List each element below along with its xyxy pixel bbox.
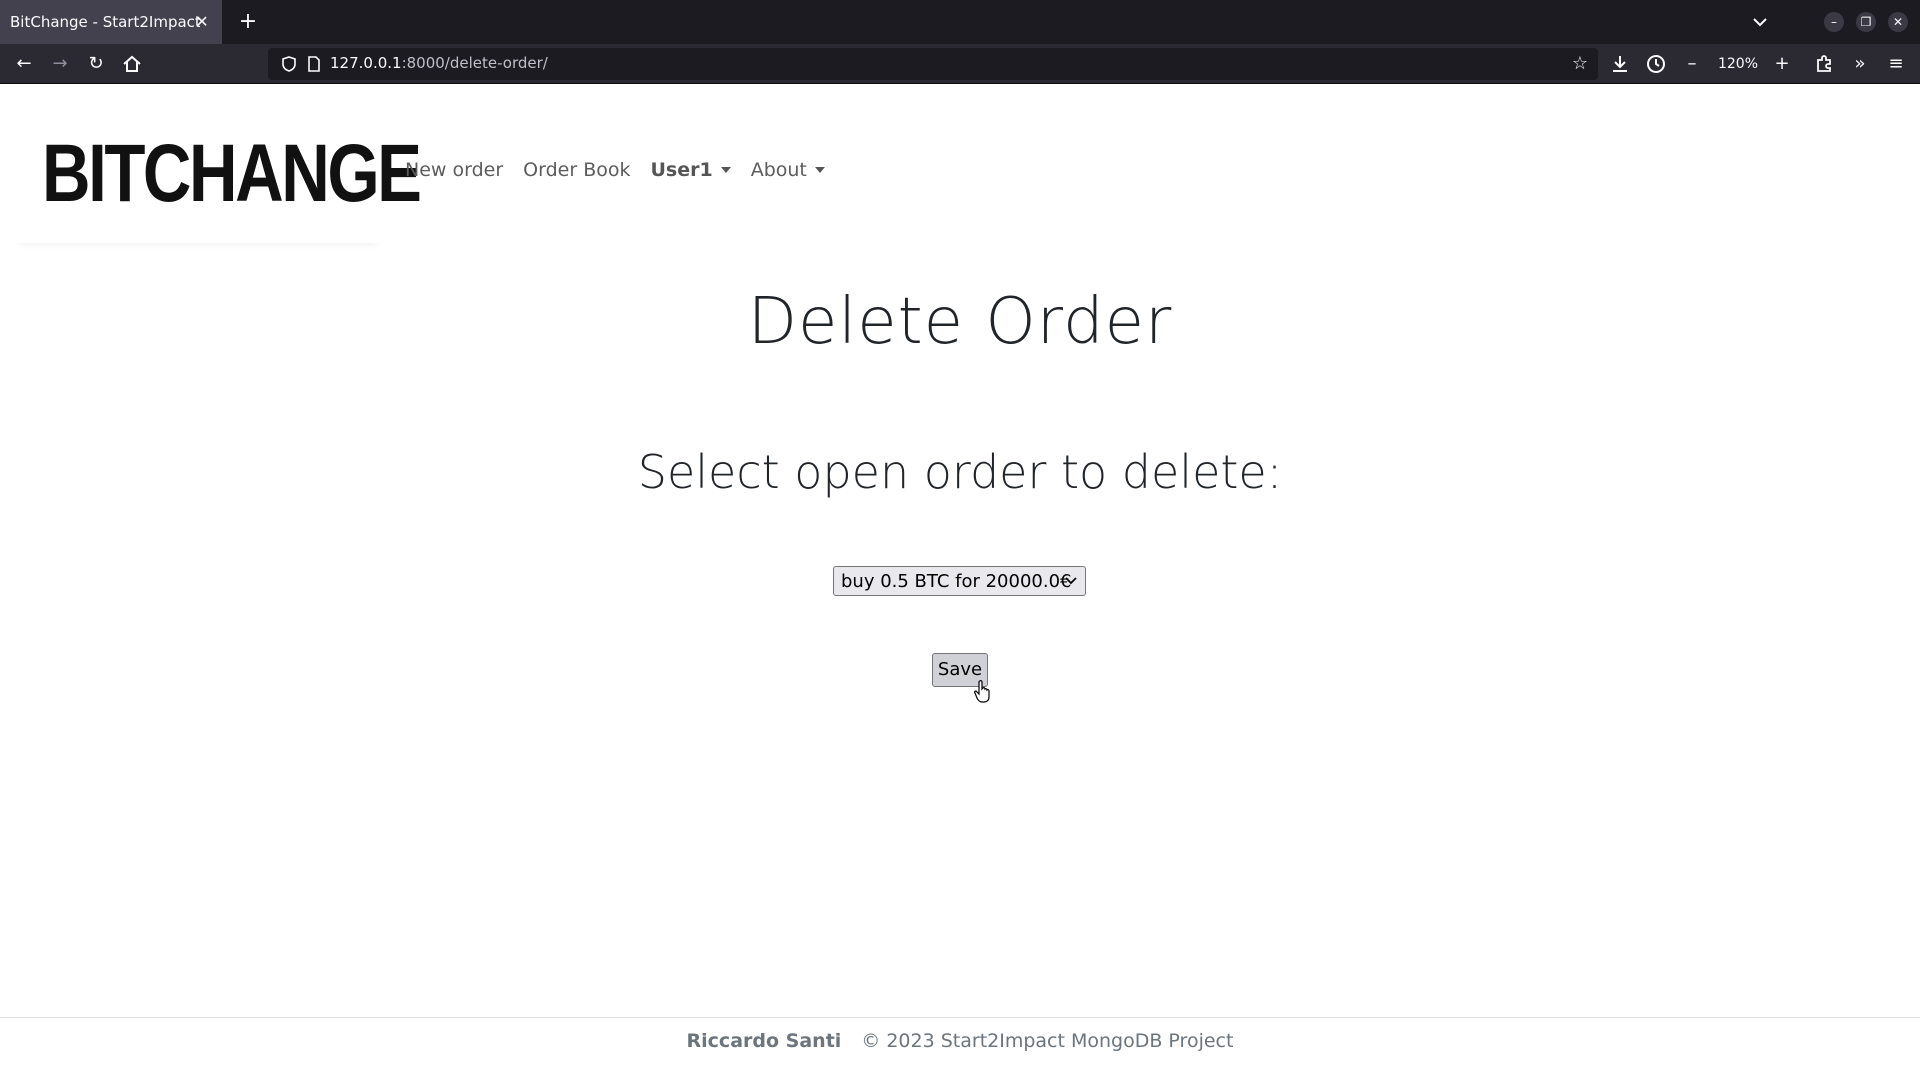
- browser-nav-bar: ← → ↻ 127.0.0.1:8000/delete-order/ ☆ – 1…: [0, 44, 1920, 84]
- page-title: Delete Order: [747, 285, 1173, 359]
- app-menu-icon[interactable]: ≡: [1884, 52, 1908, 76]
- downloads-icon[interactable]: [1608, 52, 1632, 76]
- menu-user-dropdown[interactable]: User1: [640, 155, 740, 185]
- order-select[interactable]: buy 0.5 BTC for 20000.0€: [833, 566, 1086, 596]
- menu-about-dropdown[interactable]: About: [741, 155, 835, 185]
- main-menu: New order Order Book User1 About: [405, 155, 835, 185]
- page-info-icon[interactable]: [306, 55, 322, 73]
- back-icon[interactable]: ←: [12, 52, 36, 76]
- caret-down-icon: [720, 167, 731, 173]
- hand-cursor-icon: [974, 679, 990, 703]
- tab-close-icon[interactable]: ✕: [192, 12, 212, 32]
- extensions-icon[interactable]: [1812, 52, 1836, 76]
- reload-icon[interactable]: ↻: [84, 52, 108, 76]
- url-host: 127.0.0.1: [330, 54, 402, 72]
- menu-about-label: About: [750, 159, 807, 181]
- site-logo[interactable]: BITCHANGE: [42, 133, 422, 215]
- history-icon[interactable]: [1644, 52, 1668, 76]
- overflow-menu-icon[interactable]: »: [1848, 52, 1872, 76]
- order-select-value: buy 0.5 BTC for 20000.0€: [841, 570, 1072, 592]
- web-page: BITCHANGE New order Order Book User1 Abo…: [0, 85, 1920, 1080]
- home-icon[interactable]: [120, 52, 144, 76]
- new-tab-icon[interactable]: +: [236, 10, 260, 34]
- menu-user-label: User1: [650, 159, 713, 181]
- site-footer: Riccardo Santi © 2023 Start2Impact Mongo…: [0, 1017, 1920, 1080]
- url-text[interactable]: 127.0.0.1:8000/delete-order/: [330, 54, 548, 72]
- browser-tab-active[interactable]: BitChange - Start2Impact Mo ✕: [0, 0, 222, 44]
- footer-copyright: © 2023 Start2Impact MongoDB Project: [861, 1030, 1234, 1052]
- url-path: :8000/delete-order/: [401, 54, 548, 72]
- restore-icon[interactable]: ❐: [1856, 12, 1876, 32]
- site-header: BITCHANGE New order Order Book User1 Abo…: [0, 85, 1920, 245]
- minimize-icon[interactable]: –: [1824, 12, 1844, 32]
- list-all-tabs-icon[interactable]: [1748, 12, 1772, 32]
- footer-author: Riccardo Santi: [686, 1030, 842, 1052]
- zoom-out-icon[interactable]: –: [1680, 52, 1704, 76]
- form-prompt: Select open order to delete:: [637, 445, 1283, 499]
- menu-new-order[interactable]: New order: [405, 155, 513, 185]
- zoom-in-icon[interactable]: +: [1770, 52, 1794, 76]
- close-window-icon[interactable]: ✕: [1888, 12, 1908, 32]
- browser-tab-bar: BitChange - Start2Impact Mo ✕ + – ❐ ✕: [0, 0, 1920, 44]
- shield-icon[interactable]: [280, 55, 298, 73]
- zoom-level[interactable]: 120%: [1716, 52, 1760, 76]
- caret-down-icon: [814, 167, 825, 173]
- bookmark-star-icon[interactable]: ☆: [1570, 54, 1590, 74]
- forward-icon[interactable]: →: [48, 52, 72, 76]
- chevron-down-icon: [1065, 577, 1077, 585]
- menu-order-book[interactable]: Order Book: [513, 155, 640, 185]
- url-bar[interactable]: 127.0.0.1:8000/delete-order/ ☆: [268, 48, 1598, 80]
- tab-title: BitChange - Start2Impact Mo: [10, 13, 200, 31]
